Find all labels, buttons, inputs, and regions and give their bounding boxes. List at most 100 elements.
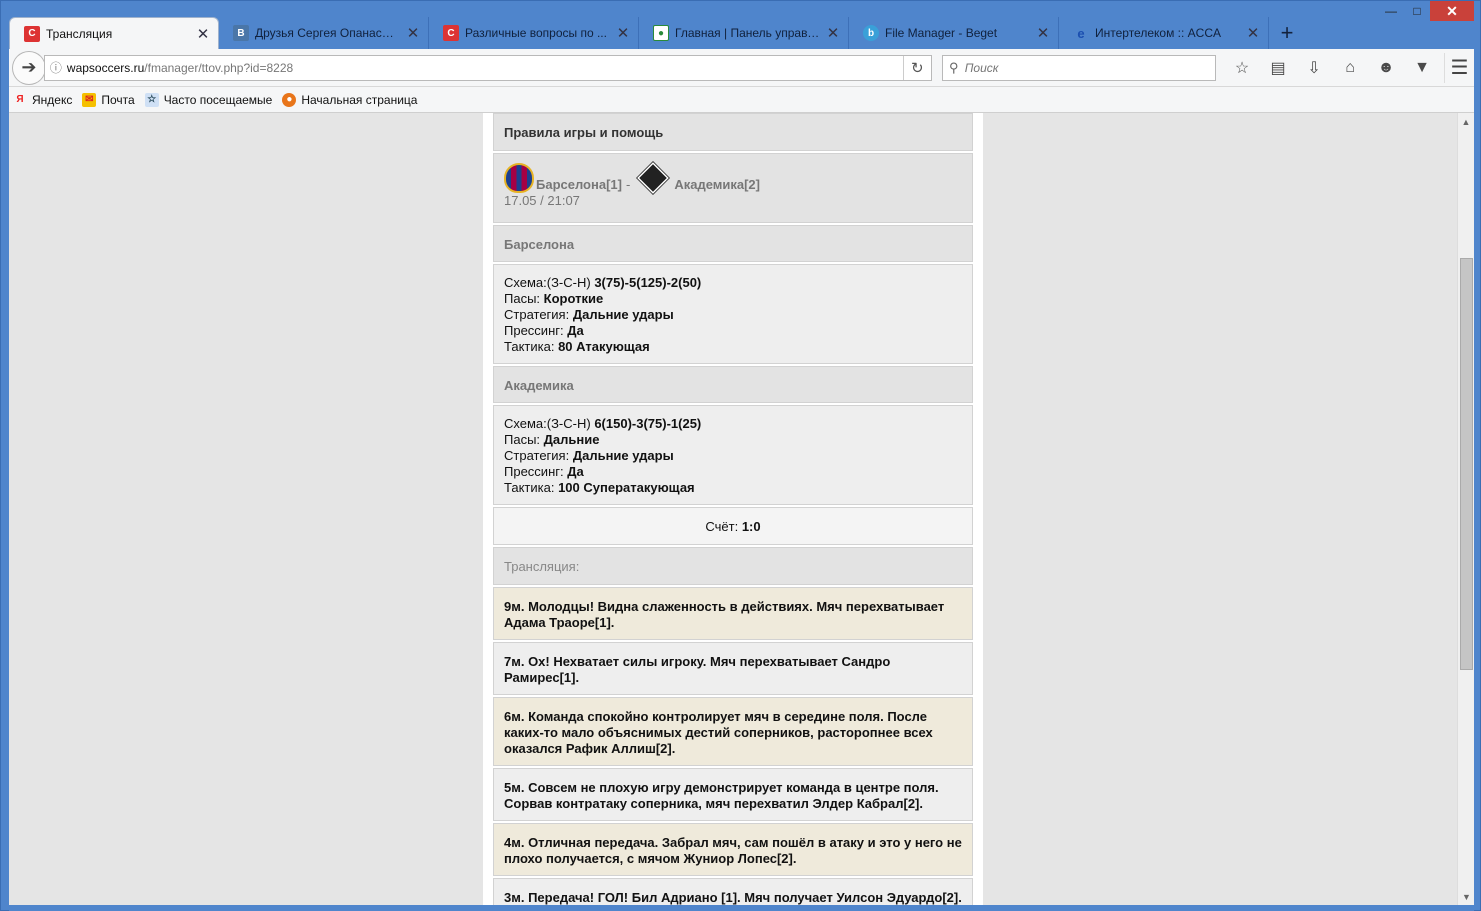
bookmark-frequent[interactable]: ☆ Часто посещаемые xyxy=(144,92,273,107)
event-item: 6м. Команда спокойно контролирует мяч в … xyxy=(493,697,973,766)
close-icon[interactable]: ✕ xyxy=(1036,24,1050,42)
download-icon[interactable]: ⇩ xyxy=(1296,53,1332,83)
score-block: Счёт: 1:0 xyxy=(493,507,973,545)
passes-value: Короткие xyxy=(543,291,604,306)
reload-button[interactable]: ↻ xyxy=(902,55,931,80)
scroll-up-arrow-icon[interactable]: ▲ xyxy=(1458,113,1474,130)
beget-icon: b xyxy=(863,25,879,41)
browser-window: — □ ✕ C Трансляция ✕ B Друзья Сергея Опа… xyxy=(0,0,1481,911)
strategy-label: Стратегия: xyxy=(504,307,570,322)
url-path: /fmanager/ttov.php?id=8228 xyxy=(144,60,294,75)
back-button[interactable]: ➔ xyxy=(12,50,46,85)
academica-logo-icon xyxy=(636,161,671,195)
pressing-row: Прессинг: Да xyxy=(504,464,962,480)
bookmark-start-page[interactable]: ● Начальная страница xyxy=(282,92,417,107)
passes-label: Пасы: xyxy=(504,291,541,306)
scroll-down-arrow-icon[interactable]: ▼ xyxy=(1458,888,1475,905)
panel-icon: ● xyxy=(653,25,669,41)
tab-vk-friends[interactable]: B Друзья Сергея Опанасен... ✕ xyxy=(219,17,429,49)
page-content: Правила игры и помощь Барселона[1] - Ака… xyxy=(483,113,983,905)
bookmark-label: Часто посещаемые xyxy=(163,92,273,107)
window-controls: — □ ✕ xyxy=(1378,1,1474,21)
tab-questions[interactable]: C Различные вопросы по ... ✕ xyxy=(429,17,639,49)
pressing-label: Прессинг: xyxy=(504,323,564,338)
tactic-row: Тактика: 100 Суператакующая xyxy=(504,480,962,496)
search-bar[interactable]: ⚲ xyxy=(941,54,1217,81)
event-item: 5м. Совсем не плохую игру демонстрирует … xyxy=(493,768,973,821)
team1-settings: Схема:(З-С-Н) 3(75)-5(125)-2(50) Пасы: К… xyxy=(493,264,973,364)
tactic-value: 80 Атакующая xyxy=(558,339,650,354)
tab-bar: C Трансляция ✕ B Друзья Сергея Опанасен.… xyxy=(9,15,1474,49)
address-bar[interactable]: ⓘ wapsoccers.ru/fmanager/ttov.php?id=822… xyxy=(43,54,932,81)
page-viewport: Правила игры и помощь Барселона[1] - Ака… xyxy=(9,113,1457,905)
match-separator: - xyxy=(625,177,631,192)
event-item: 4м. Отличная передача. Забрал мяч, сам п… xyxy=(493,823,973,876)
close-icon[interactable]: ✕ xyxy=(1246,24,1260,42)
pocket-icon[interactable]: ▼ xyxy=(1404,53,1440,83)
url-text[interactable]: wapsoccers.ru/fmanager/ttov.php?id=8228 xyxy=(67,61,903,75)
firefox-icon: ● xyxy=(282,92,297,107)
bookmarks-list-icon[interactable]: ▤ xyxy=(1260,53,1296,83)
home-icon[interactable]: ⌂ xyxy=(1332,53,1368,83)
pressing-row: Прессинг: Да xyxy=(504,323,962,339)
tab-control-panel[interactable]: ● Главная | Панель управл... ✕ xyxy=(639,17,849,49)
tab-title: Главная | Панель управл... xyxy=(675,26,820,40)
cms-icon: C xyxy=(443,25,459,41)
yandex-icon: Я xyxy=(16,94,24,105)
passes-value: Дальние xyxy=(543,432,600,447)
new-tab-button[interactable]: + xyxy=(1269,17,1305,49)
match-teams: Барселона[1] - Академика[2] xyxy=(504,161,962,195)
hello-icon[interactable]: ☻ xyxy=(1368,53,1404,83)
scheme-value: 3(75)-5(125)-2(50) xyxy=(594,275,702,290)
tab-intertelecom[interactable]: e Интертелеком :: ACCA ✕ xyxy=(1059,17,1269,49)
tab-title: Интертелеком :: ACCA xyxy=(1095,26,1221,40)
passes-row: Пасы: Дальние xyxy=(504,432,962,448)
match-info: Барселона[1] - Академика[2] 17.05 / 21:0… xyxy=(493,153,973,223)
bookmark-star-icon[interactable]: ☆ xyxy=(1224,53,1260,83)
menu-icon[interactable]: ☰ xyxy=(1444,52,1474,83)
close-icon[interactable]: ✕ xyxy=(826,24,840,42)
strategy-row: Стратегия: Дальние удары xyxy=(504,307,962,323)
tab-title: Друзья Сергея Опанасен... xyxy=(255,26,400,40)
close-icon[interactable]: ✕ xyxy=(196,25,210,43)
tactic-label: Тактика: xyxy=(504,480,555,495)
page-scrollbar[interactable]: ▲ ▼ xyxy=(1457,113,1474,905)
window-bottom-edge xyxy=(9,905,1474,911)
close-window-button[interactable]: ✕ xyxy=(1430,1,1474,21)
close-icon[interactable]: ✕ xyxy=(406,24,420,42)
tab-file-manager[interactable]: b File Manager - Beget ✕ xyxy=(849,17,1059,49)
search-input[interactable] xyxy=(964,60,1205,75)
toolbar-icons: ☆ ▤ ⇩ ⌂ ☻ ▼ xyxy=(1224,53,1440,83)
tactic-label: Тактика: xyxy=(504,339,555,354)
scheme-label: Схема:(З-С-Н) xyxy=(504,275,591,290)
score-value: 1:0 xyxy=(741,519,761,534)
close-icon[interactable]: ✕ xyxy=(616,24,630,42)
scheme-row: Схема:(З-С-Н) 3(75)-5(125)-2(50) xyxy=(504,275,962,291)
tactic-row: Тактика: 80 Атакующая xyxy=(504,339,962,355)
ie-icon: e xyxy=(1077,25,1085,41)
cms-icon: C xyxy=(24,25,40,42)
event-item: 9м. Молодцы! Видна слаженность в действи… xyxy=(493,587,973,640)
bookmark-yandex[interactable]: Я Яндекс xyxy=(13,93,72,107)
event-item: 7м. Ох! Нехватает силы игроку. Мяч перех… xyxy=(493,642,973,695)
info-icon[interactable]: ⓘ xyxy=(45,59,67,76)
scroll-thumb[interactable] xyxy=(1460,258,1473,670)
team1-title: Барселона xyxy=(493,225,973,262)
tab-translation[interactable]: C Трансляция ✕ xyxy=(9,17,219,49)
team2-settings: Схема:(З-С-Н) 6(150)-3(75)-1(25) Пасы: Д… xyxy=(493,405,973,505)
pressing-value: Да xyxy=(567,323,584,338)
barcelona-logo-icon xyxy=(504,163,534,193)
bookmark-mail[interactable]: ✉ Почта xyxy=(82,92,135,107)
passes-label: Пасы: xyxy=(504,432,541,447)
home-team-link[interactable]: Барселона[1] xyxy=(536,177,622,193)
bookmark-label: Яндекс xyxy=(32,92,73,107)
event-item: 3м. Передача! ГОЛ! Бил Адриано [1]. Мяч … xyxy=(493,878,973,905)
pressing-label: Прессинг: xyxy=(504,464,564,479)
pressing-value: Да xyxy=(567,464,584,479)
help-link[interactable]: Правила игры и помощь xyxy=(493,113,973,151)
away-team-link[interactable]: Академика[2] xyxy=(674,177,760,193)
passes-row: Пасы: Короткие xyxy=(504,291,962,307)
maximize-button[interactable]: □ xyxy=(1404,1,1430,21)
tab-title: File Manager - Beget xyxy=(885,26,998,40)
minimize-button[interactable]: — xyxy=(1378,1,1404,21)
